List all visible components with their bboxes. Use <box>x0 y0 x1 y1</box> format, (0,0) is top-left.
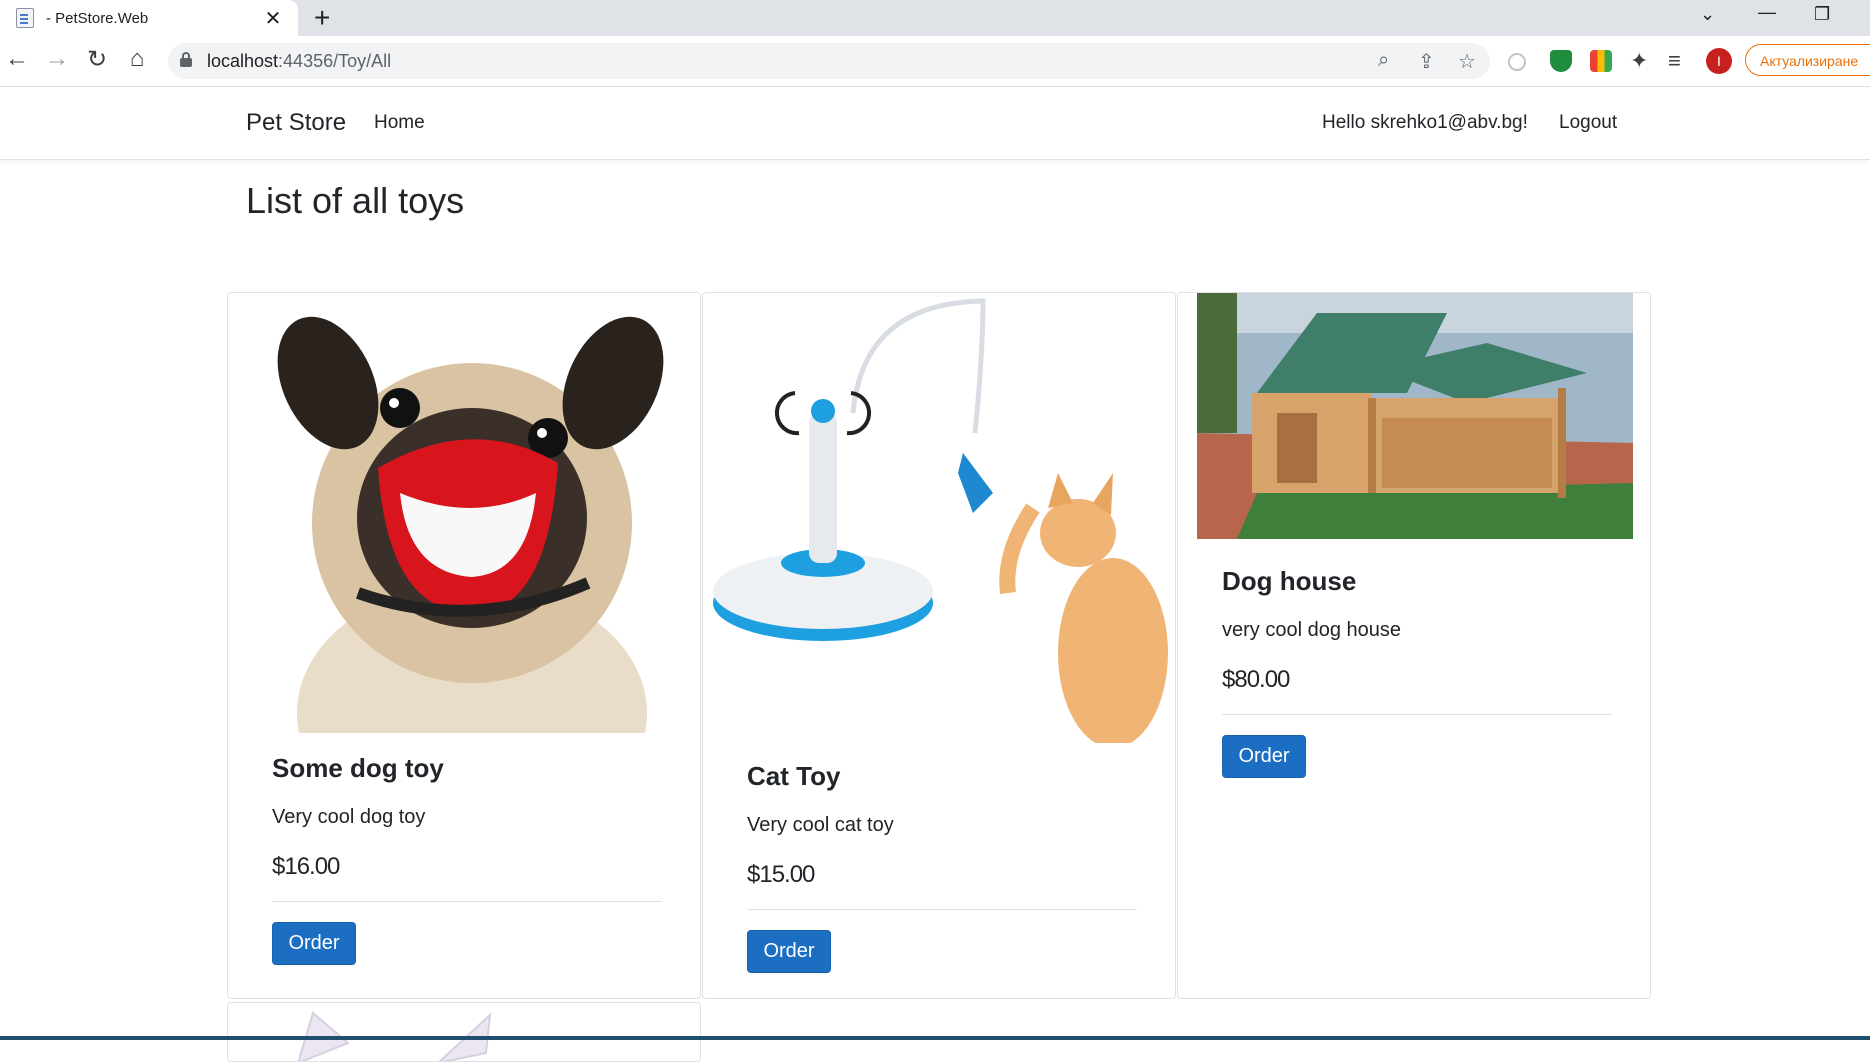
browser-toolbar: ← → ↻ ⌂ localhost:44356/Toy/All ⌕ ⇪ ☆ ✦ … <box>0 36 1870 87</box>
product-description: Very cool dog toy <box>272 806 426 828</box>
tab-title: - PetStore.Web <box>46 9 149 27</box>
product-name: Dog house <box>1222 566 1357 596</box>
product-image-cat-toy <box>703 293 1175 743</box>
back-icon[interactable]: ← <box>2 45 32 73</box>
tab-search-chevron-icon[interactable]: ⌄ <box>1700 4 1715 25</box>
home-icon[interactable]: ⌂ <box>122 45 152 73</box>
browser-tab[interactable]: - PetStore.Web ✕ <box>0 0 298 36</box>
divider <box>747 909 1137 910</box>
site-navbar: Pet Store Home Hello skrehko1@abv.bg! Lo… <box>0 87 1870 160</box>
media-playlist-icon[interactable]: ≡ <box>1668 48 1681 74</box>
product-card: Dog house very cool dog house $80.00 Ord… <box>1177 292 1651 999</box>
url-path: :44356/Toy/All <box>278 51 392 71</box>
product-image-pug <box>228 293 700 733</box>
taskbar-edge <box>0 1036 1870 1040</box>
browser-update-button[interactable]: Актуализиране <box>1745 44 1870 76</box>
reload-icon[interactable]: ↻ <box>82 45 112 74</box>
bookmark-star-icon[interactable]: ☆ <box>1458 49 1476 74</box>
lock-icon <box>180 52 192 67</box>
divider <box>272 901 662 902</box>
product-price: $16.00 <box>272 853 340 880</box>
user-greeting-link[interactable]: Hello skrehko1@abv.bg! <box>1322 112 1528 134</box>
product-image-partial <box>297 1011 492 1061</box>
product-card: Some dog toy Very cool dog toy $16.00 Or… <box>227 292 701 999</box>
minimize-icon[interactable]: — <box>1758 2 1776 23</box>
product-price: $80.00 <box>1222 666 1290 693</box>
product-image-dog-house <box>1197 293 1633 539</box>
product-description: Very cool cat toy <box>747 814 894 836</box>
address-bar[interactable]: localhost:44356/Toy/All ⌕ ⇪ ☆ <box>168 43 1490 79</box>
url-host: localhost <box>207 51 279 71</box>
extension-shield-icon[interactable] <box>1550 50 1572 72</box>
product-price: $15.00 <box>747 861 815 888</box>
nav-home-link[interactable]: Home <box>374 112 425 134</box>
extension-colorful-icon[interactable] <box>1590 50 1612 72</box>
product-name: Cat Toy <box>747 761 841 791</box>
order-button[interactable]: Order <box>272 922 356 965</box>
forward-icon[interactable]: → <box>42 45 72 73</box>
order-button[interactable]: Order <box>1222 735 1306 778</box>
restore-icon[interactable]: ❐ <box>1814 4 1830 25</box>
zoom-icon[interactable]: ⌕ <box>1378 49 1389 72</box>
browser-tab-strip: - PetStore.Web ✕ + ⌄ — ❐ <box>0 0 1870 36</box>
divider <box>1222 714 1612 715</box>
share-icon[interactable]: ⇪ <box>1418 49 1435 74</box>
close-tab-icon[interactable]: ✕ <box>260 6 286 31</box>
product-card: Cat Toy Very cool cat toy $15.00 Order <box>702 292 1176 999</box>
brand-link[interactable]: Pet Store <box>246 109 346 137</box>
product-card-partial <box>227 1002 701 1062</box>
product-description: very cool dog house <box>1222 619 1402 641</box>
product-name: Some dog toy <box>272 753 444 783</box>
extension-clock-icon[interactable] <box>1508 53 1526 71</box>
page-title: List of all toys <box>246 180 465 221</box>
new-tab-icon[interactable]: + <box>314 2 330 34</box>
order-button[interactable]: Order <box>747 930 831 973</box>
profile-avatar[interactable]: I <box>1706 48 1732 74</box>
logout-link[interactable]: Logout <box>1559 112 1617 134</box>
url-text[interactable]: localhost:44356/Toy/All <box>207 51 391 72</box>
extensions-puzzle-icon[interactable]: ✦ <box>1630 48 1648 74</box>
page-favicon-icon <box>16 8 34 28</box>
